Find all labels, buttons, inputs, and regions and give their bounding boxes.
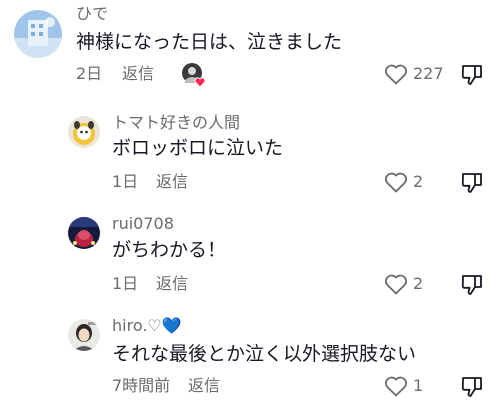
creator-liked-badge: [181, 62, 207, 88]
comment-username[interactable]: ひで: [76, 4, 108, 24]
heart-outline-icon: [385, 172, 407, 193]
avatar[interactable]: [68, 319, 100, 351]
like-button[interactable]: 1: [384, 375, 423, 397]
comment-username[interactable]: rui0708: [112, 214, 174, 234]
like-count: 227: [413, 64, 444, 83]
like-count: 2: [413, 274, 424, 293]
reply-item: トマト好きの人間 ボロッボロに泣いた 1日 返信 2: [0, 110, 500, 200]
like-count: 1: [413, 376, 424, 395]
comment-text: ボロッボロに泣いた: [112, 137, 284, 159]
avatar[interactable]: [68, 217, 100, 249]
comment-username[interactable]: トマト好きの人間: [112, 113, 240, 133]
heart-outline-icon: [385, 376, 407, 397]
like-count: 2: [413, 172, 424, 191]
comment-time: 2日: [76, 64, 103, 83]
dislike-button[interactable]: [460, 375, 484, 403]
like-button[interactable]: 2: [384, 171, 423, 193]
dislike-button[interactable]: [460, 171, 484, 199]
thumbs-down-icon: [461, 173, 482, 193]
comment-time: 1日: [112, 172, 139, 191]
comment-text: 神様になった日は、泣きました: [76, 31, 343, 53]
comment-time: 1日: [112, 274, 139, 293]
reply-item: rui0708 がちわかる！ 1日 返信 2: [0, 212, 500, 302]
reply-item: hiro.♡💙 それな最後とか泣く以外選択肢ない 7時間前 返信 1: [0, 314, 500, 407]
dislike-button[interactable]: [460, 273, 484, 301]
heart-outline-icon: [385, 64, 407, 85]
thumbs-down-icon: [461, 275, 482, 295]
reply-button[interactable]: 返信: [188, 376, 220, 396]
avatar[interactable]: [14, 10, 62, 58]
comment-text: がちわかる！: [112, 239, 227, 261]
creator-avatar-icon: [182, 63, 206, 88]
like-button[interactable]: 227: [384, 63, 444, 85]
comment-item: ひで 神様になった日は、泣きました 2日 返信 227: [0, 0, 500, 90]
thumbs-down-icon: [461, 65, 482, 85]
dislike-button[interactable]: [460, 63, 484, 91]
comment-time: 7時間前: [112, 376, 171, 395]
heart-outline-icon: [385, 274, 407, 295]
comment-username[interactable]: hiro.♡💙: [112, 316, 182, 336]
reply-button[interactable]: 返信: [122, 64, 154, 84]
like-button[interactable]: 2: [384, 273, 423, 295]
comment-text: それな最後とか泣く以外選択肢ない: [112, 343, 417, 365]
reply-button[interactable]: 返信: [156, 274, 188, 294]
thumbs-down-icon: [461, 377, 482, 397]
avatar[interactable]: [68, 116, 100, 148]
reply-button[interactable]: 返信: [156, 172, 188, 192]
